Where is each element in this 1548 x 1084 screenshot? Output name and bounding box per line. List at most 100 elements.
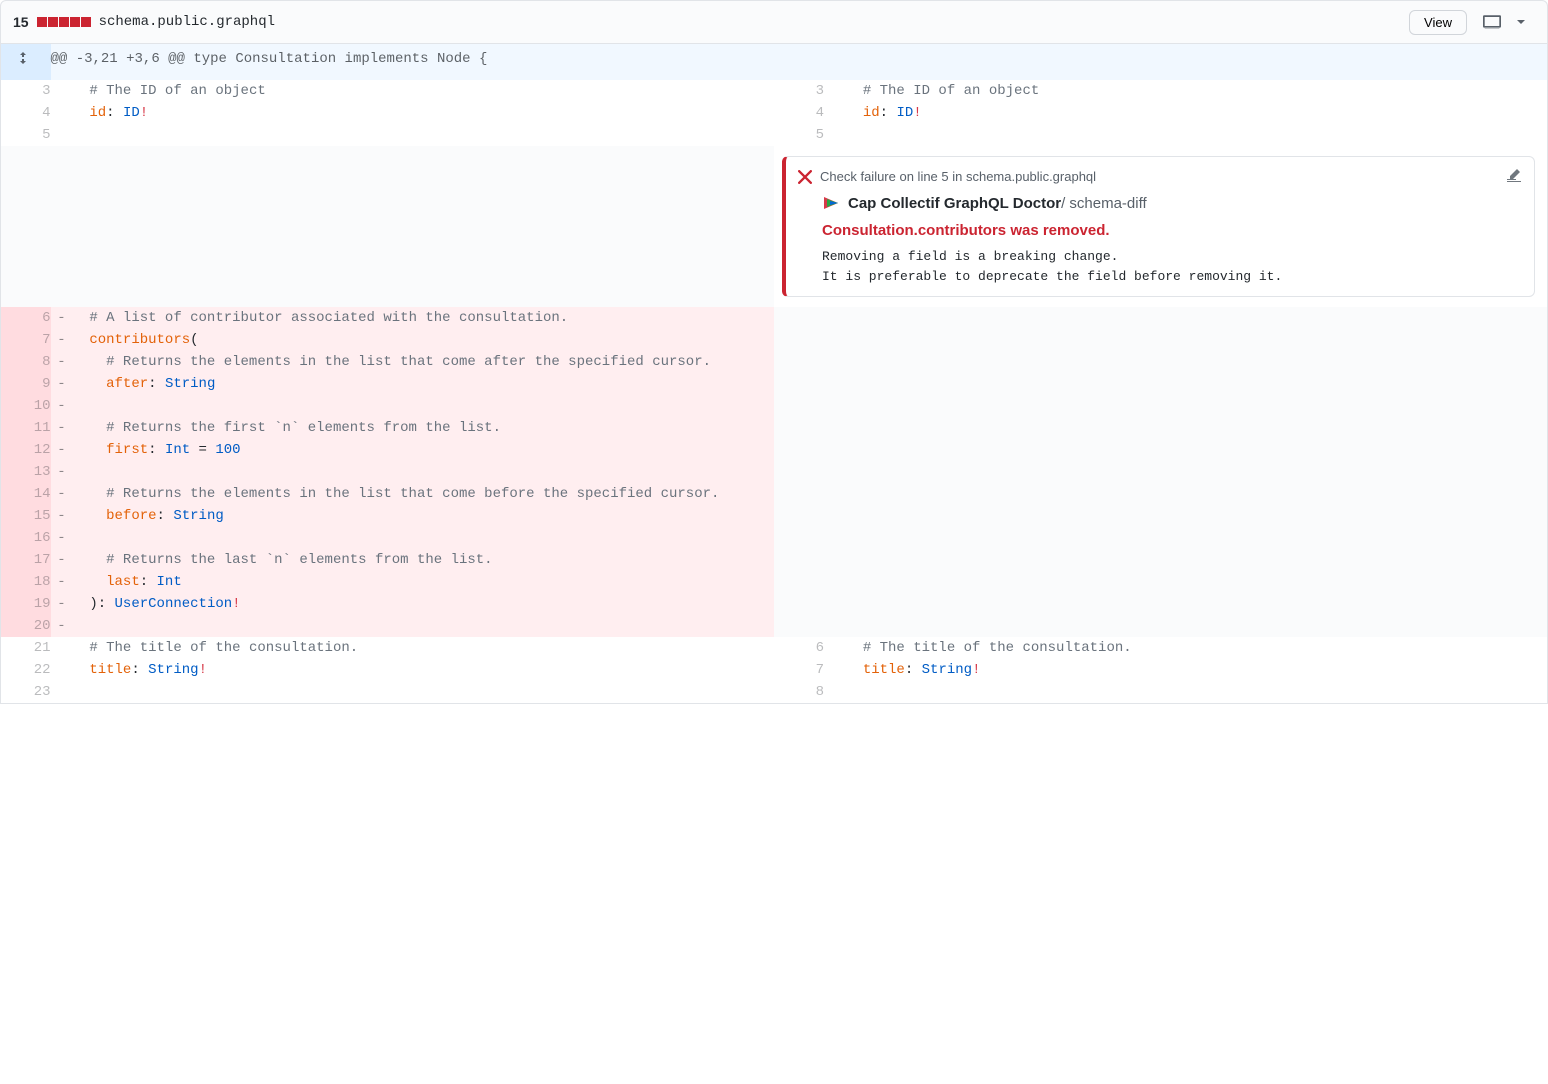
- line-number-right[interactable]: [774, 439, 824, 461]
- code-line[interactable]: [73, 395, 775, 417]
- code-line[interactable]: [846, 329, 1548, 351]
- code-line[interactable]: # Returns the elements in the list that …: [73, 483, 775, 505]
- line-number-right[interactable]: [774, 571, 824, 593]
- file-name[interactable]: schema.public.graphql: [99, 14, 1409, 30]
- line-number-left[interactable]: 17: [1, 549, 51, 571]
- annotation-cell: Check failure on line 5 in schema.public…: [774, 146, 1548, 307]
- line-number-left[interactable]: 11: [1, 417, 51, 439]
- line-number-left[interactable]: 23: [1, 681, 51, 704]
- code-line[interactable]: id: ID!: [73, 102, 775, 124]
- line-number-left[interactable]: 19: [1, 593, 51, 615]
- line-number-right[interactable]: [774, 329, 824, 351]
- code-line[interactable]: [846, 549, 1548, 571]
- line-number-right[interactable]: [774, 615, 824, 637]
- code-line[interactable]: ): UserConnection!: [73, 593, 775, 615]
- line-number-right[interactable]: [774, 373, 824, 395]
- code-line[interactable]: [846, 571, 1548, 593]
- annotation-check-name[interactable]: / schema-diff: [1061, 195, 1147, 212]
- line-number-right[interactable]: [774, 417, 824, 439]
- code-line[interactable]: [846, 527, 1548, 549]
- display-mode-icon[interactable]: [1477, 9, 1507, 35]
- code-line[interactable]: # The title of the consultation.: [846, 637, 1548, 659]
- code-line[interactable]: [846, 439, 1548, 461]
- diff-row: 23 8: [1, 681, 1548, 704]
- code-line[interactable]: # Returns the elements in the list that …: [73, 351, 775, 373]
- code-line[interactable]: # The title of the consultation.: [73, 637, 775, 659]
- code-line[interactable]: [73, 681, 775, 704]
- code-line[interactable]: # The ID of an object: [73, 80, 775, 102]
- line-number-left[interactable]: 7: [1, 329, 51, 351]
- diff-stat-blocks: [37, 17, 91, 27]
- code-line[interactable]: [846, 593, 1548, 615]
- line-number-left[interactable]: 4: [1, 102, 51, 124]
- code-line[interactable]: # A list of contributor associated with …: [73, 307, 775, 329]
- code-line[interactable]: first: Int = 100: [73, 439, 775, 461]
- code-line[interactable]: contributors(: [73, 329, 775, 351]
- line-number-left[interactable]: 9: [1, 373, 51, 395]
- line-number-right[interactable]: [774, 461, 824, 483]
- line-number-left[interactable]: 22: [1, 659, 51, 681]
- code-line[interactable]: [846, 505, 1548, 527]
- line-number-left[interactable]: 5: [1, 124, 51, 146]
- code-line[interactable]: [846, 373, 1548, 395]
- line-number-right[interactable]: 7: [774, 659, 824, 681]
- review-icon[interactable]: [1506, 167, 1522, 186]
- line-number-left[interactable]: 6: [1, 307, 51, 329]
- code-line[interactable]: [846, 351, 1548, 373]
- view-button[interactable]: View: [1409, 10, 1467, 35]
- code-line[interactable]: [846, 124, 1548, 146]
- line-number-right[interactable]: [774, 307, 824, 329]
- expand-hunk-button[interactable]: [1, 44, 51, 80]
- line-number-left[interactable]: 13: [1, 461, 51, 483]
- code-line[interactable]: # The ID of an object: [846, 80, 1548, 102]
- code-line[interactable]: [846, 615, 1548, 637]
- line-number-left[interactable]: 12: [1, 439, 51, 461]
- line-number-left[interactable]: 3: [1, 80, 51, 102]
- code-line[interactable]: [846, 483, 1548, 505]
- line-number-left[interactable]: 16: [1, 527, 51, 549]
- code-line[interactable]: title: String!: [846, 659, 1548, 681]
- line-number-left[interactable]: 18: [1, 571, 51, 593]
- line-number-right[interactable]: 8: [774, 681, 824, 704]
- line-number-right[interactable]: [774, 505, 824, 527]
- line-number-right[interactable]: 4: [774, 102, 824, 124]
- code-line[interactable]: id: ID!: [846, 102, 1548, 124]
- code-line[interactable]: [73, 615, 775, 637]
- diff-deletion-block: [59, 17, 69, 27]
- code-line[interactable]: [846, 395, 1548, 417]
- line-number-right[interactable]: [774, 527, 824, 549]
- line-number-right[interactable]: [774, 483, 824, 505]
- expand-icon: [15, 50, 31, 66]
- line-number-left[interactable]: 14: [1, 483, 51, 505]
- line-number-right[interactable]: 6: [774, 637, 824, 659]
- code-line[interactable]: after: String: [73, 373, 775, 395]
- diff-marker: -: [51, 571, 73, 593]
- code-line[interactable]: title: String!: [73, 659, 775, 681]
- code-line[interactable]: [846, 307, 1548, 329]
- line-number-right[interactable]: [774, 593, 824, 615]
- diff-row: 17- # Returns the last `n` elements from…: [1, 549, 1548, 571]
- line-number-left[interactable]: 20: [1, 615, 51, 637]
- line-number-right[interactable]: [774, 549, 824, 571]
- line-number-left[interactable]: 8: [1, 351, 51, 373]
- code-line[interactable]: [73, 461, 775, 483]
- chevron-down-icon[interactable]: [1507, 10, 1535, 34]
- code-line[interactable]: [73, 124, 775, 146]
- line-number-right[interactable]: [774, 351, 824, 373]
- annotation-app-name[interactable]: Cap Collectif GraphQL Doctor: [848, 195, 1061, 212]
- code-line[interactable]: [73, 527, 775, 549]
- line-number-right[interactable]: 5: [774, 124, 824, 146]
- code-line[interactable]: [846, 417, 1548, 439]
- line-number-left[interactable]: 15: [1, 505, 51, 527]
- line-number-right[interactable]: 3: [774, 80, 824, 102]
- code-line[interactable]: [846, 461, 1548, 483]
- code-line[interactable]: # Returns the last `n` elements from the…: [73, 549, 775, 571]
- line-number-left[interactable]: 10: [1, 395, 51, 417]
- code-line[interactable]: last: Int: [73, 571, 775, 593]
- annotation-location-text: Check failure on line 5 in schema.public…: [820, 169, 1096, 184]
- code-line[interactable]: before: String: [73, 505, 775, 527]
- line-number-right[interactable]: [774, 395, 824, 417]
- line-number-left[interactable]: 21: [1, 637, 51, 659]
- code-line[interactable]: # Returns the first `n` elements from th…: [73, 417, 775, 439]
- code-line[interactable]: [846, 681, 1548, 704]
